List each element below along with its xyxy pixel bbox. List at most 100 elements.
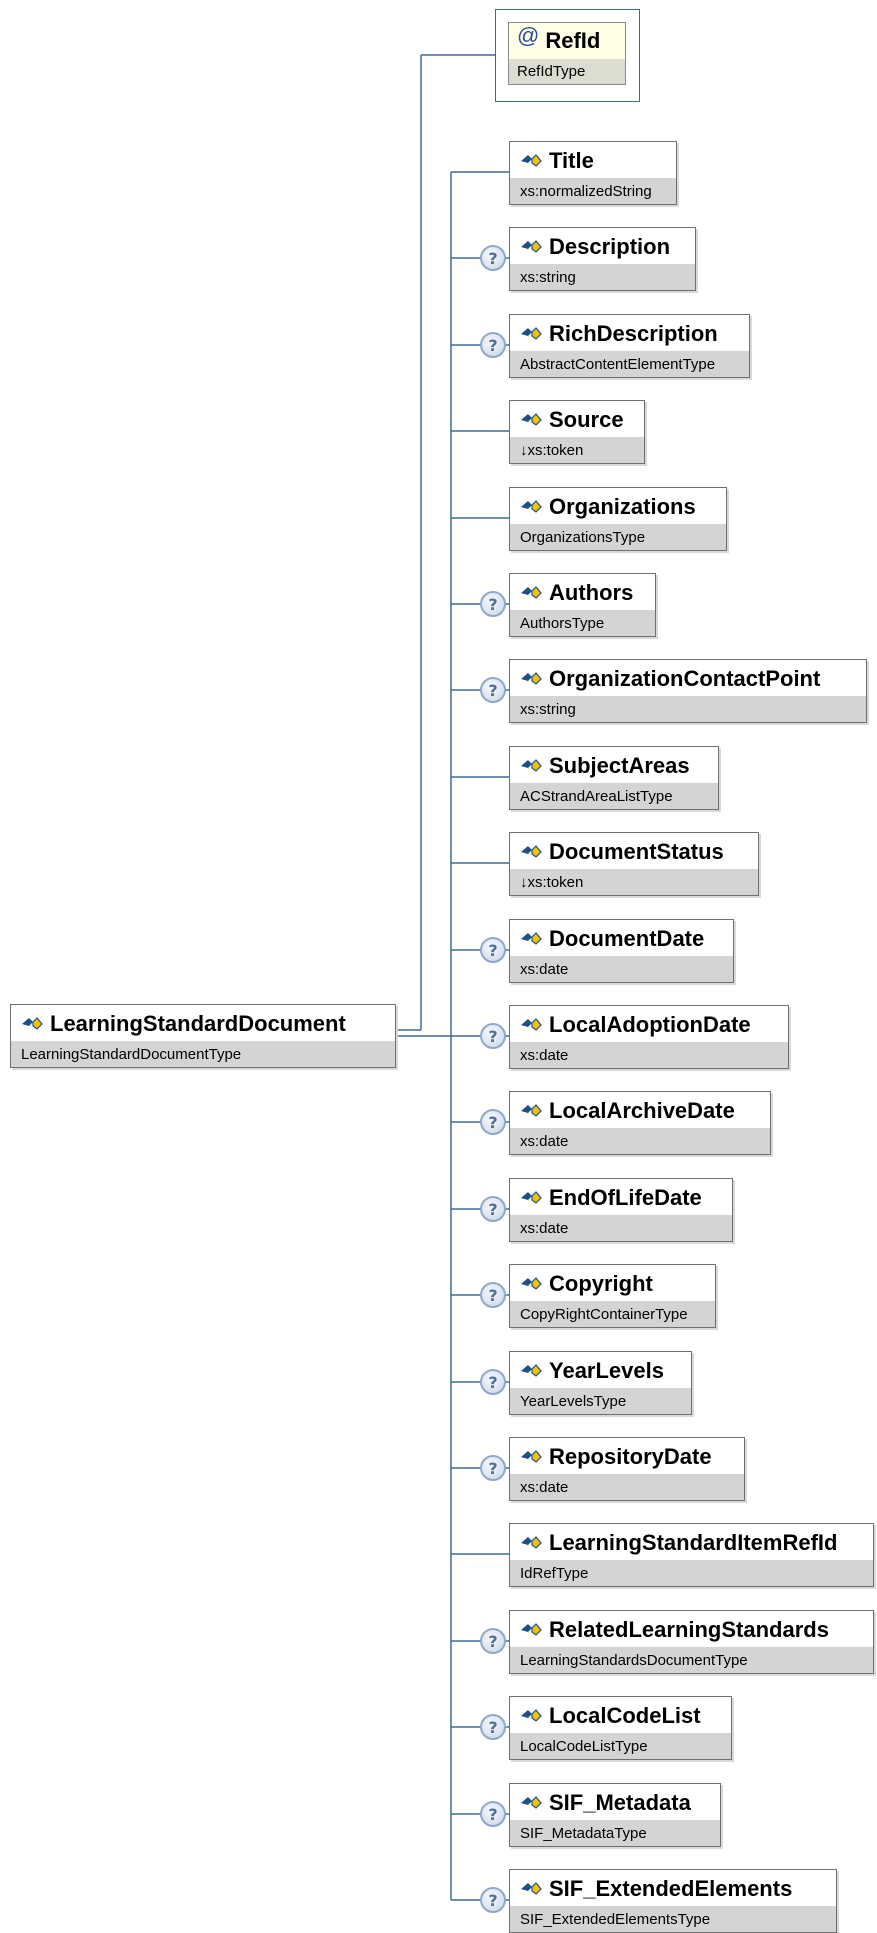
element-diamond-icon — [521, 499, 542, 513]
element-type: OrganizationsType — [510, 524, 726, 550]
element-box-sif-metadata[interactable]: SIF_Metadata SIF_MetadataType — [509, 1783, 721, 1847]
element-name: DocumentStatus — [549, 838, 724, 864]
element-box-sif-extendedelements[interactable]: SIF_ExtendedElements SIF_ExtendedElements… — [509, 1869, 837, 1933]
root-element-box[interactable]: LearningStandardDocument LearningStandar… — [10, 1004, 396, 1068]
question-mark-icon: ? — [480, 1369, 506, 1395]
root-element-name: LearningStandardDocument — [50, 1010, 346, 1036]
element-diamond-icon — [521, 931, 542, 945]
element-name: EndOfLifeDate — [549, 1184, 702, 1210]
element-type: CopyRightContainerType — [510, 1301, 715, 1327]
element-name: RichDescription — [549, 320, 718, 346]
question-mark-icon: ? — [480, 591, 506, 617]
element-name: OrganizationContactPoint — [549, 665, 821, 691]
element-name: YearLevels — [549, 1357, 664, 1383]
element-type: SIF_MetadataType — [510, 1820, 720, 1846]
element-diamond-icon — [521, 1190, 542, 1204]
element-box-organizationcontactpoint[interactable]: OrganizationContactPoint xs:string — [509, 659, 867, 723]
element-box-endoflifedate[interactable]: EndOfLifeDate xs:date — [509, 1178, 733, 1242]
element-diamond-icon — [521, 585, 542, 599]
element-type: xs:string — [510, 696, 866, 722]
element-name: LocalCodeList — [549, 1702, 701, 1728]
element-diamond-icon — [521, 844, 542, 858]
element-name: Title — [549, 147, 594, 173]
question-mark-icon: ? — [480, 1282, 506, 1308]
element-type: LearningStandardsDocumentType — [510, 1647, 873, 1673]
element-name: DocumentDate — [549, 925, 705, 951]
at-sign-icon: @ — [517, 23, 540, 48]
element-name: LocalAdoptionDate — [549, 1011, 751, 1037]
element-type: SIF_ExtendedElementsType — [510, 1906, 836, 1932]
question-mark-icon: ? — [480, 1023, 506, 1049]
element-box-copyright[interactable]: Copyright CopyRightContainerType — [509, 1264, 716, 1328]
element-box-localcodelist[interactable]: LocalCodeList LocalCodeListType — [509, 1696, 732, 1760]
question-mark-icon: ? — [480, 1109, 506, 1135]
element-diamond-icon — [521, 1276, 542, 1290]
element-diamond-icon — [521, 758, 542, 772]
element-type: xs:normalizedString — [510, 178, 676, 204]
question-mark-icon: ? — [480, 1714, 506, 1740]
element-diamond-icon — [521, 1103, 542, 1117]
element-box-learningstandarditemrefid[interactable]: LearningStandardItemRefId IdRefType — [509, 1523, 874, 1587]
element-name: LocalArchiveDate — [549, 1097, 735, 1123]
attribute-name: RefId — [545, 28, 601, 53]
element-diamond-icon — [521, 1449, 542, 1463]
element-name: SIF_Metadata — [549, 1789, 691, 1815]
element-box-repositorydate[interactable]: RepositoryDate xs:date — [509, 1437, 745, 1501]
element-name: Organizations — [549, 493, 696, 519]
element-type: xs:date — [510, 956, 733, 982]
element-box-documentdate[interactable]: DocumentDate xs:date — [509, 919, 734, 983]
element-diamond-icon — [521, 1622, 542, 1636]
element-diamond-icon — [521, 239, 542, 253]
element-type: xs:date — [510, 1215, 732, 1241]
element-type: YearLevelsType — [510, 1388, 691, 1414]
element-type: xs:date — [510, 1474, 744, 1500]
element-name: Authors — [549, 579, 634, 605]
question-mark-icon: ? — [480, 1455, 506, 1481]
element-type: IdRefType — [510, 1560, 873, 1586]
schema-diagram: @ RefId RefIdType LearningStandardDocume… — [0, 0, 877, 1933]
attribute-type: RefIdType — [509, 59, 625, 84]
element-diamond-icon — [521, 326, 542, 340]
question-mark-icon: ? — [480, 332, 506, 358]
element-type: AuthorsType — [510, 610, 655, 636]
question-mark-icon: ? — [480, 1887, 506, 1913]
question-mark-icon: ? — [480, 1196, 506, 1222]
element-box-richdescription[interactable]: RichDescription AbstractContentElementTyp… — [509, 314, 750, 378]
element-diamond-icon — [521, 1795, 542, 1809]
element-diamond-icon — [22, 1016, 43, 1030]
element-box-localarchivedate[interactable]: LocalArchiveDate xs:date — [509, 1091, 771, 1155]
question-mark-icon: ? — [480, 1628, 506, 1654]
element-name: Source — [549, 406, 624, 432]
element-diamond-icon — [521, 1881, 542, 1895]
attribute-box-refid[interactable]: @ RefId RefIdType — [508, 22, 626, 85]
element-box-localadoptiondate[interactable]: LocalAdoptionDate xs:date — [509, 1005, 789, 1069]
element-type: xs:string — [510, 264, 695, 290]
question-mark-icon: ? — [480, 677, 506, 703]
element-name: RelatedLearningStandards — [549, 1616, 829, 1642]
element-box-title[interactable]: Title xs:normalizedString — [509, 141, 677, 205]
element-box-description[interactable]: Description xs:string — [509, 227, 696, 291]
element-name: Copyright — [549, 1270, 653, 1296]
element-diamond-icon — [521, 1535, 542, 1549]
element-type: ↓xs:token — [510, 869, 758, 895]
element-name: Description — [549, 233, 671, 259]
element-diamond-icon — [521, 1708, 542, 1722]
root-element-type: LearningStandardDocumentType — [11, 1041, 395, 1067]
question-mark-icon: ? — [480, 937, 506, 963]
element-box-subjectareas[interactable]: SubjectAreas ACStrandAreaListType — [509, 746, 719, 810]
question-mark-icon: ? — [480, 245, 506, 271]
element-diamond-icon — [521, 671, 542, 685]
element-diamond-icon — [521, 1363, 542, 1377]
element-type: xs:date — [510, 1042, 788, 1068]
element-name: LearningStandardItemRefId — [549, 1529, 838, 1555]
attributes-group: @ RefId RefIdType — [495, 9, 640, 102]
element-box-authors[interactable]: Authors AuthorsType — [509, 573, 656, 637]
element-diamond-icon — [521, 412, 542, 426]
element-box-yearlevels[interactable]: YearLevels YearLevelsType — [509, 1351, 692, 1415]
element-box-documentstatus[interactable]: DocumentStatus ↓xs:token — [509, 832, 759, 896]
element-box-organizations[interactable]: Organizations OrganizationsType — [509, 487, 727, 551]
element-box-relatedlearningstandards[interactable]: RelatedLearningStandards LearningStandard… — [509, 1610, 874, 1674]
element-type: LocalCodeListType — [510, 1733, 731, 1759]
question-mark-icon: ? — [480, 1801, 506, 1827]
element-box-source[interactable]: Source ↓xs:token — [509, 400, 645, 464]
